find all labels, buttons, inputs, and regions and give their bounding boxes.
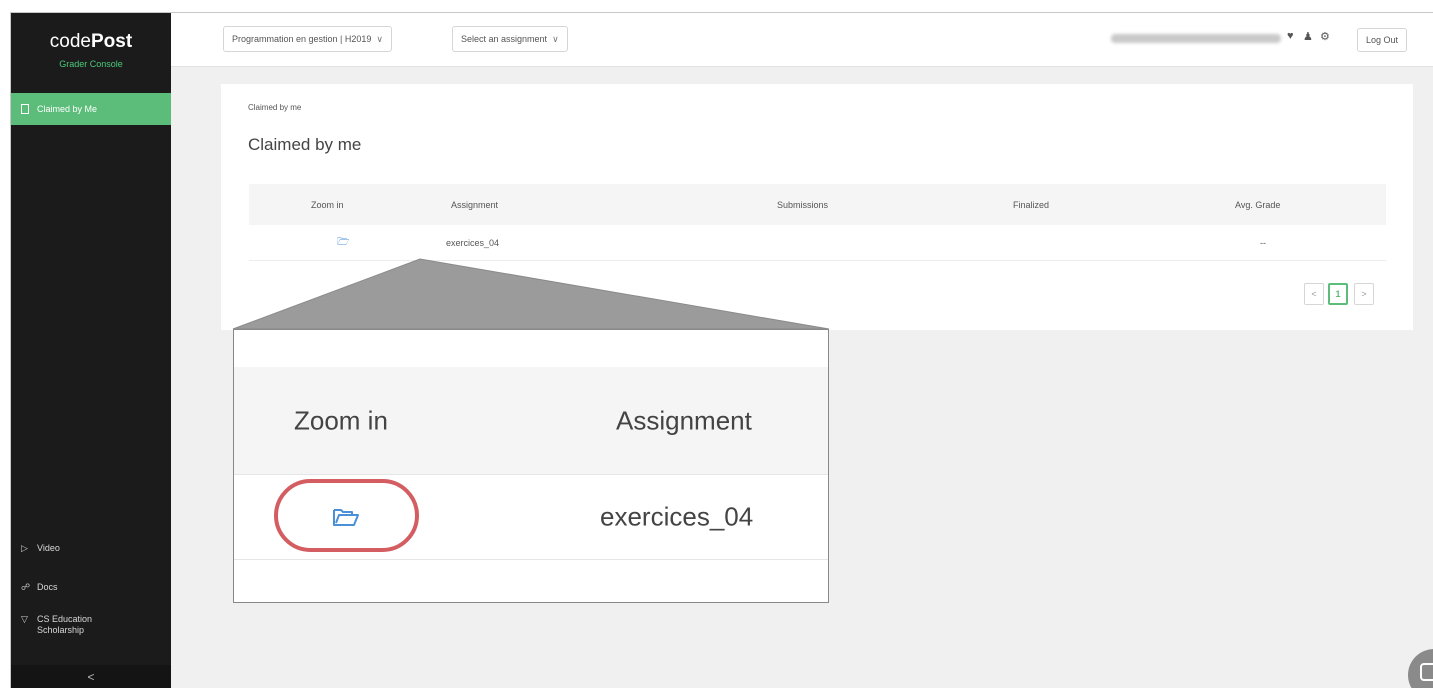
logo-bold: Post	[91, 31, 133, 52]
user-email-blurred	[1111, 34, 1281, 43]
sidebar-item-claimed-by-me[interactable]: Claimed by Me	[11, 93, 171, 125]
trophy-icon: ▽	[21, 614, 28, 624]
assignment-select-value: Select an assignment	[461, 34, 548, 44]
top-header: Programmation en gestion | H2019 ∨ Selec…	[171, 13, 1433, 67]
pagination-page[interactable]: 1	[1328, 283, 1348, 305]
app-logo: codePost	[11, 31, 171, 53]
course-select[interactable]: Programmation en gestion | H2019 ∨	[223, 26, 393, 52]
claimed-card: Claimed by me Claimed by me Zoom in Assi…	[221, 84, 1413, 330]
chat-icon	[1420, 663, 1433, 681]
sidebar-link-label: CS Education Scholarship	[37, 614, 92, 636]
pagination-next[interactable]: >	[1354, 283, 1374, 305]
video-icon: ▷	[21, 543, 28, 553]
folder-open-icon[interactable]	[332, 507, 360, 527]
column-header-finalized[interactable]: Finalized	[1013, 200, 1049, 210]
logout-button[interactable]: Log Out	[1357, 28, 1408, 52]
zoom-column-header-assignment: Assignment	[616, 405, 752, 435]
gear-icon[interactable]: ⚙	[1320, 30, 1330, 43]
sidebar-link-video[interactable]: ▷ Video	[21, 543, 60, 554]
assignment-select[interactable]: Select an assignment ∨	[452, 26, 568, 52]
column-header-zoom[interactable]: Zoom in	[311, 200, 344, 210]
zoom-column-header-zoom: Zoom in	[294, 405, 388, 435]
zoom-table-header: Zoom in Assignment	[234, 367, 828, 474]
avg-grade-cell: --	[1260, 237, 1266, 248]
table-row[interactable]: 🗁 exercices_04 --	[249, 225, 1386, 261]
sidebar-link-scholarship[interactable]: ▽ CS Education Scholarship	[21, 614, 92, 636]
chevron-down-icon: ∨	[552, 33, 559, 44]
pagination-prev[interactable]: <	[1304, 283, 1324, 305]
scholarship-line-1: CS Education	[37, 614, 93, 624]
sidebar-item-label: Claimed by Me	[37, 104, 98, 114]
chat-launcher-button[interactable]	[1408, 649, 1433, 688]
sidebar-link-docs[interactable]: ☍ Docs	[21, 582, 58, 593]
sidebar-link-label: Video	[37, 543, 60, 553]
column-header-submissions[interactable]: Submissions	[777, 200, 828, 210]
page-title: Claimed by me	[248, 135, 362, 154]
zoom-assignment-cell: exercices_04	[600, 501, 754, 532]
heart-icon[interactable]: ♥	[1287, 30, 1294, 42]
column-header-assignment[interactable]: Assignment	[451, 200, 498, 210]
scholarship-line-2: Scholarship	[37, 625, 85, 635]
breadcrumb: Claimed by me	[248, 103, 302, 112]
user-icon[interactable]: ♟	[1303, 30, 1313, 43]
document-icon	[21, 104, 29, 114]
table-header: Zoom in Assignment Submissions Finalized…	[249, 184, 1386, 225]
zoom-table-row: exercices_04	[234, 474, 828, 560]
column-header-avg-grade[interactable]: Avg. Grade	[1235, 200, 1280, 210]
sidebar: codePost Grader Console Claimed by Me ▷ …	[11, 13, 171, 688]
zoom-callout: Zoom in Assignment exercices_04	[233, 329, 829, 603]
logo-prefix: code	[49, 31, 91, 52]
folder-open-icon[interactable]: 🗁	[337, 234, 349, 251]
assignment-cell[interactable]: exercices_04	[446, 238, 499, 248]
chevron-down-icon: ∨	[376, 33, 384, 44]
logo-subtitle: Grader Console	[59, 59, 123, 69]
docs-icon: ☍	[21, 582, 31, 592]
sidebar-link-label: Docs	[37, 582, 58, 592]
course-select-value: Programmation en gestion | H2019	[232, 34, 372, 44]
collapse-sidebar-button[interactable]: <	[11, 665, 171, 688]
